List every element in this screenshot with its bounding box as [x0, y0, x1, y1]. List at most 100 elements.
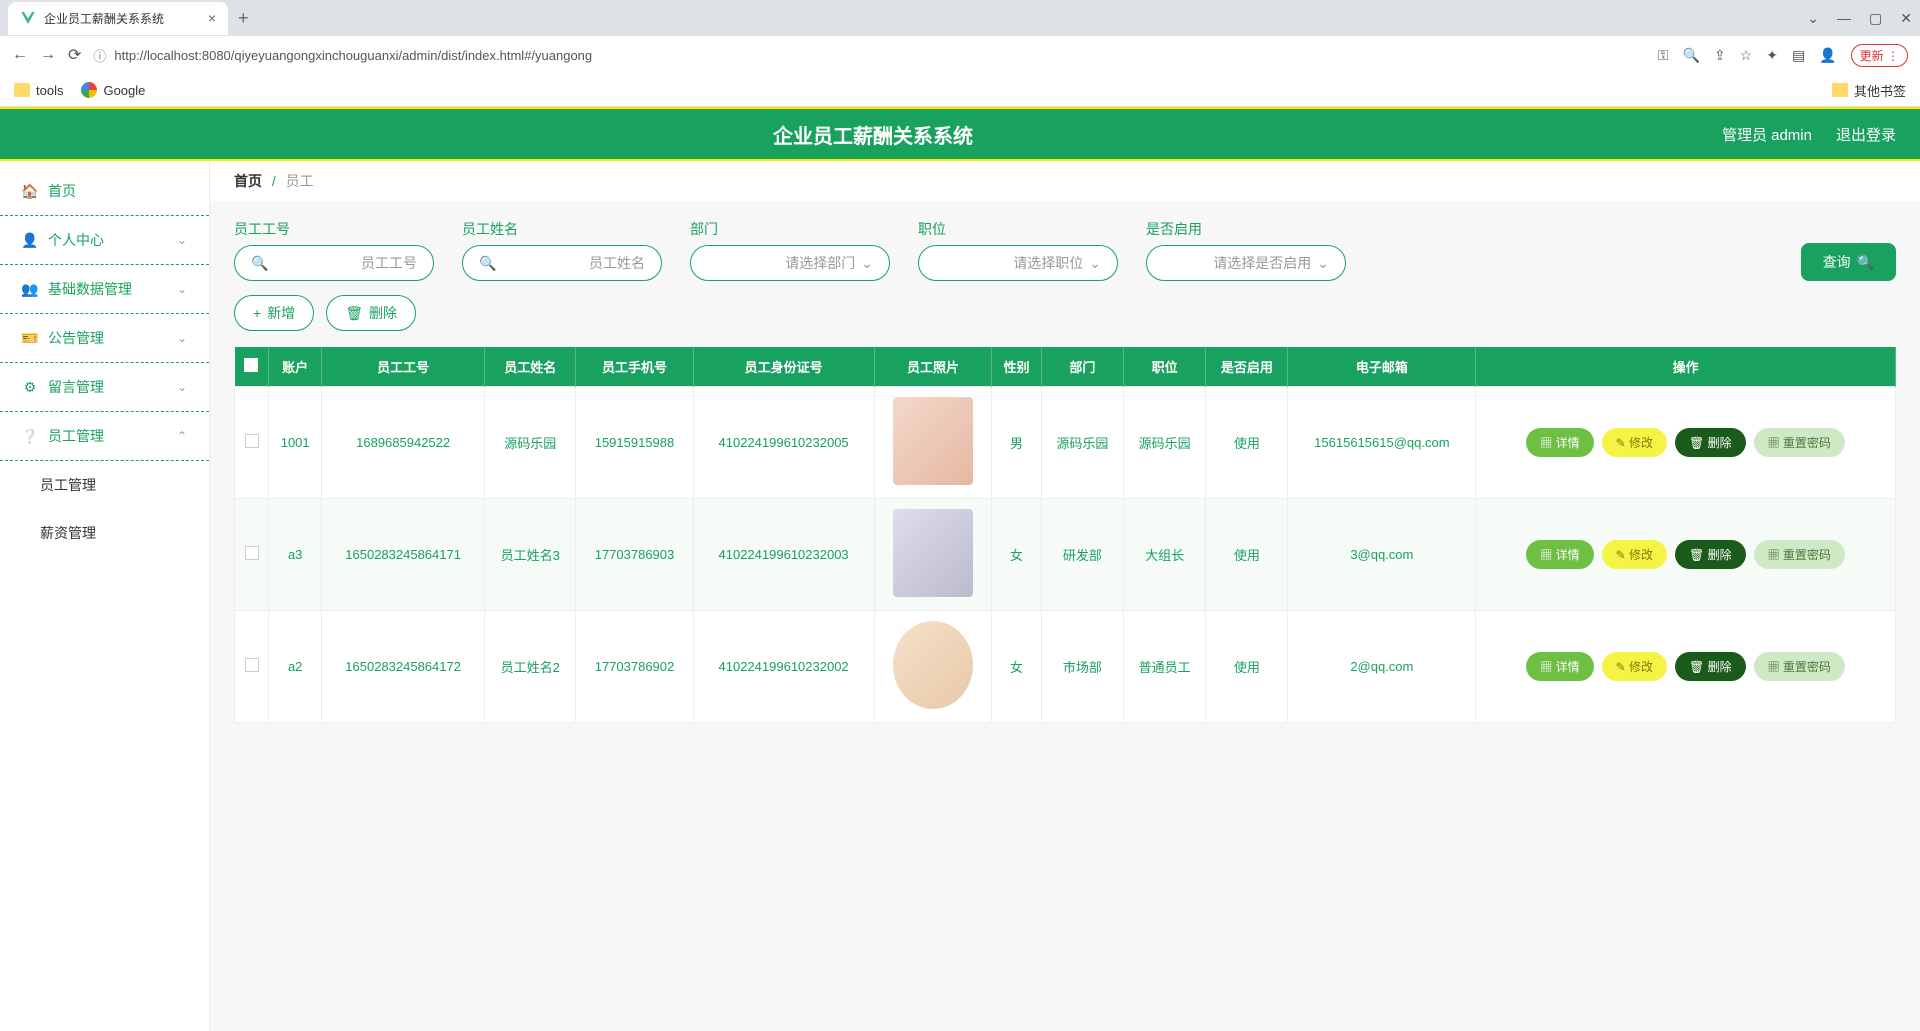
filter-label-dept: 部门: [690, 219, 890, 239]
url-input[interactable]: ⓘ http://localhost:8080/qiyeyuangongxinc…: [93, 46, 1645, 65]
cell-empid: 1650283245864171: [322, 499, 485, 611]
cell-enabled: 使用: [1206, 387, 1288, 499]
th-gender: 性别: [992, 347, 1041, 387]
cell-ops: ▦ 详情 ✎ 修改 🗑 删除 ▦ 重置密码: [1476, 611, 1896, 723]
sidebar-sub-employee[interactable]: 员工管理: [0, 461, 209, 509]
cell-phone: 17703786903: [576, 499, 693, 611]
trash-icon: 🗑: [345, 305, 363, 322]
detail-button[interactable]: ▦ 详情: [1526, 428, 1593, 457]
chevron-down-icon[interactable]: ⌄: [1807, 10, 1819, 27]
avatar: [893, 621, 973, 709]
back-icon[interactable]: ←: [12, 46, 28, 64]
reset-password-button[interactable]: ▦ 重置密码: [1754, 428, 1845, 457]
cell-phone: 15915915988: [576, 387, 693, 499]
sidebar-item-profile[interactable]: 👤个人中心⌄: [0, 216, 209, 265]
edit-button[interactable]: ✎ 修改: [1602, 540, 1667, 569]
edit-button[interactable]: ✎ 修改: [1602, 652, 1667, 681]
maximize-icon[interactable]: ▢: [1869, 10, 1882, 27]
reset-password-button[interactable]: ▦ 重置密码: [1754, 652, 1845, 681]
gear-icon: ⚙: [22, 379, 38, 395]
help-icon: ❔: [22, 428, 38, 444]
window-controls: ⌄ — ▢ ✕: [1807, 10, 1912, 27]
cell-position: 普通员工: [1123, 611, 1205, 723]
delete-row-button[interactable]: 🗑 删除: [1675, 428, 1746, 457]
th-photo: 员工照片: [874, 347, 992, 387]
folder-icon: [14, 83, 30, 97]
folder-icon: [1832, 83, 1848, 97]
new-tab-icon[interactable]: +: [228, 8, 259, 29]
th-dept: 部门: [1041, 347, 1123, 387]
cell-position: 源码乐园: [1123, 387, 1205, 499]
filters: 员工工号 🔍员工工号 员工姓名 🔍员工姓名 部门 请选择部门⌄ 职位 请选择职位…: [234, 219, 1896, 281]
employee-table: 账户 员工工号 员工姓名 员工手机号 员工身份证号 员工照片 性别 部门 职位 …: [234, 347, 1896, 723]
row-checkbox[interactable]: [245, 658, 259, 672]
filter-select-enabled[interactable]: 请选择是否启用⌄: [1146, 245, 1346, 281]
cell-dept: 研发部: [1041, 499, 1123, 611]
home-icon: 🏠: [22, 183, 38, 199]
sidebar-item-basedata[interactable]: 👥基础数据管理⌄: [0, 265, 209, 314]
table-row: a2 1650283245864172 员工姓名2 17703786902 41…: [235, 611, 1896, 723]
delete-row-button[interactable]: 🗑 删除: [1675, 652, 1746, 681]
sidebar-sub-salary[interactable]: 薪资管理: [0, 509, 209, 557]
profile-icon[interactable]: 👤: [1819, 47, 1836, 64]
breadcrumb-home[interactable]: 首页: [234, 173, 262, 189]
table-row: 1001 1689685942522 源码乐园 15915915988 4102…: [235, 387, 1896, 499]
forward-icon[interactable]: →: [40, 46, 56, 64]
reload-icon[interactable]: ⟳: [68, 45, 81, 65]
zoom-icon[interactable]: 🔍: [1683, 47, 1700, 64]
edit-button[interactable]: ✎ 修改: [1602, 428, 1667, 457]
side-panel-icon[interactable]: ▤: [1792, 47, 1805, 64]
browser-tab[interactable]: 企业员工薪酬关系系统 ×: [8, 2, 228, 35]
filter-select-dept[interactable]: 请选择部门⌄: [690, 245, 890, 281]
cell-empid: 1650283245864172: [322, 611, 485, 723]
bookmarks-bar: tools Google 其他书签: [0, 74, 1920, 106]
th-enabled: 是否启用: [1206, 347, 1288, 387]
filter-label-position: 职位: [918, 219, 1118, 239]
admin-label[interactable]: 管理员 admin: [1722, 124, 1812, 145]
th-phone: 员工手机号: [576, 347, 693, 387]
detail-button[interactable]: ▦ 详情: [1526, 540, 1593, 569]
filter-input-empid[interactable]: 🔍员工工号: [234, 245, 434, 281]
share-icon[interactable]: ⇪: [1714, 47, 1726, 64]
star-icon[interactable]: ☆: [1740, 47, 1753, 64]
tab-close-icon[interactable]: ×: [208, 10, 216, 26]
delete-row-button[interactable]: 🗑 删除: [1675, 540, 1746, 569]
select-all-checkbox[interactable]: [244, 358, 258, 372]
bookmark-google[interactable]: Google: [81, 82, 145, 98]
cell-empid: 1689685942522: [322, 387, 485, 499]
avatar: [893, 509, 973, 597]
th-ops: 操作: [1476, 347, 1896, 387]
sidebar-item-message[interactable]: ⚙留言管理⌄: [0, 363, 209, 412]
filter-input-empname[interactable]: 🔍员工姓名: [462, 245, 662, 281]
bookmark-tools[interactable]: tools: [14, 83, 63, 98]
filter-select-position[interactable]: 请选择职位⌄: [918, 245, 1118, 281]
filter-label-empname: 员工姓名: [462, 219, 662, 239]
chevron-down-icon: ⌄: [861, 255, 873, 272]
search-icon: 🔍: [479, 255, 496, 272]
row-checkbox[interactable]: [245, 434, 259, 448]
key-icon[interactable]: ⚿: [1658, 47, 1669, 64]
search-icon: 🔍: [251, 255, 268, 272]
sidebar-item-home[interactable]: 🏠首页: [0, 167, 209, 216]
cell-dept: 市场部: [1041, 611, 1123, 723]
cell-name: 员工姓名3: [485, 499, 576, 611]
cell-dept: 源码乐园: [1041, 387, 1123, 499]
add-button[interactable]: +新增: [234, 295, 314, 331]
cell-gender: 女: [992, 611, 1041, 723]
reset-password-button[interactable]: ▦ 重置密码: [1754, 540, 1845, 569]
cell-account: a3: [269, 499, 322, 611]
bookmark-other[interactable]: 其他书签: [1832, 81, 1906, 100]
query-button[interactable]: 查询🔍: [1801, 243, 1896, 281]
close-icon[interactable]: ✕: [1900, 10, 1912, 27]
minimize-icon[interactable]: —: [1837, 10, 1851, 27]
tab-title: 企业员工薪酬关系系统: [44, 10, 200, 27]
update-button[interactable]: 更新 ⋮: [1851, 44, 1908, 67]
extensions-icon[interactable]: ✦: [1766, 47, 1778, 64]
sidebar-item-employee[interactable]: ❔员工管理⌃: [0, 412, 209, 461]
row-checkbox[interactable]: [245, 546, 259, 560]
sidebar-item-notice[interactable]: 🎫公告管理⌄: [0, 314, 209, 363]
search-icon: 🔍: [1857, 254, 1874, 271]
logout-link[interactable]: 退出登录: [1836, 124, 1896, 145]
delete-button[interactable]: 🗑删除: [326, 295, 416, 331]
detail-button[interactable]: ▦ 详情: [1526, 652, 1593, 681]
